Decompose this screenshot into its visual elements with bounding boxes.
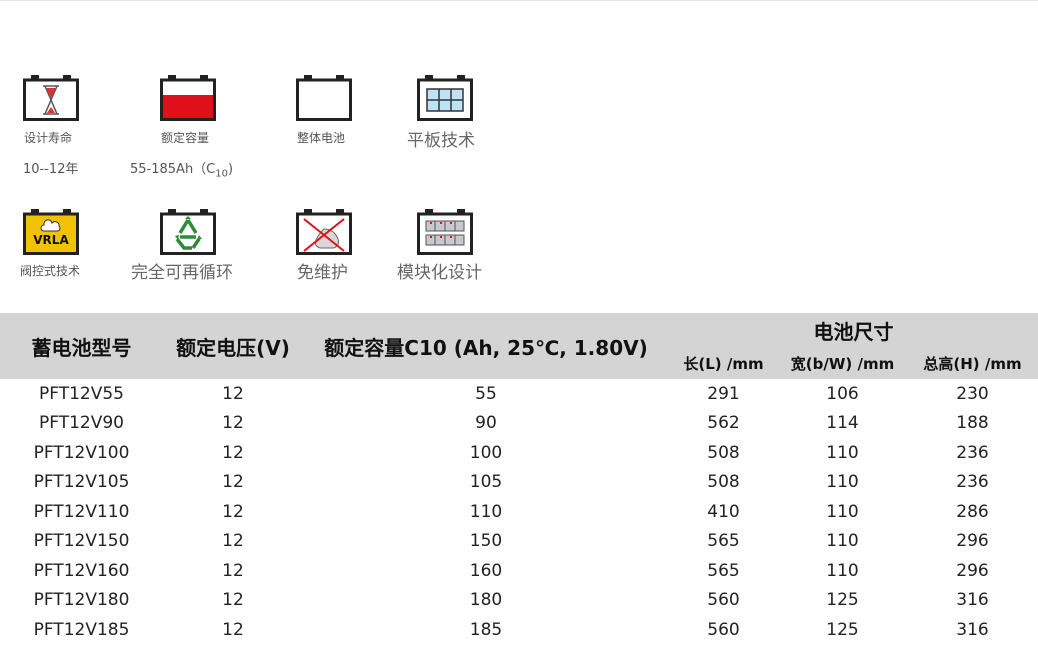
- feature-label: 免维护: [297, 263, 348, 283]
- model-cell: PFT12V100: [33, 442, 130, 463]
- voltage-cell: 12: [222, 442, 244, 463]
- capacity-cell: 180: [469, 590, 503, 611]
- table-row: PFT12V100 12 100 508 110 236: [0, 438, 1038, 468]
- header-length: 长(L) /mm: [669, 347, 778, 379]
- voltage-cell: 12: [222, 619, 244, 640]
- feature-label: 整体电池: [297, 131, 346, 145]
- capacity-close: ): [228, 162, 234, 177]
- length-cell: 560: [707, 619, 740, 640]
- header-height: 总高(H) /mm: [907, 347, 1038, 379]
- modular-battery-icon: [417, 209, 473, 255]
- model-cell: PFT12V55: [38, 383, 124, 404]
- header-width: 宽(b/W) /mm: [778, 347, 907, 379]
- feature-label: 平板技术: [407, 131, 475, 151]
- feature-label: 完全可再循环: [131, 263, 233, 283]
- height-cell: 296: [956, 531, 989, 552]
- table-row: PFT12V150 12 150 565 110 296: [0, 527, 1038, 557]
- battery-spec-table: 蓄电池型号 额定电压(V) 额定容量C10 (Ah, 25℃, 1.80V) 电…: [0, 313, 1038, 645]
- table-row: PFT12V180 12 180 560 125 316: [0, 586, 1038, 616]
- vrla-badge-text: VRLA: [33, 233, 69, 247]
- feature-label: 额定容量: [161, 131, 210, 145]
- table-row: PFT12V185 12 185 560 125 316: [0, 615, 1038, 645]
- voltage-cell: 12: [222, 413, 244, 434]
- height-cell: 236: [956, 442, 989, 463]
- model-cell: PFT12V105: [33, 472, 130, 493]
- capacity-cell: 185: [469, 619, 503, 640]
- capacity-cell: 160: [469, 560, 503, 581]
- header-voltage: 额定电压(V): [163, 313, 303, 379]
- model-cell: PFT12V185: [33, 619, 130, 640]
- width-cell: 125: [826, 619, 859, 640]
- capacity-cell: 110: [469, 501, 503, 522]
- width-cell: 106: [826, 383, 859, 404]
- voltage-cell: 12: [222, 590, 244, 611]
- capacity-cell: 55: [475, 383, 497, 404]
- top-divider: [0, 0, 1038, 1]
- flat-plate-battery-icon: [417, 75, 473, 121]
- hourglass-battery-icon: [23, 75, 79, 121]
- battery-outline-icon: [296, 75, 352, 121]
- table-row: PFT12V110 12 110 410 110 286: [0, 497, 1038, 527]
- voltage-cell: 12: [222, 531, 244, 552]
- vrla-battery-icon: [23, 209, 79, 255]
- table-body: PFT12V55 12 55 291 106 230 PFT12V90 12 90 562 114 1…: [0, 379, 1038, 645]
- capacity-cell: 90: [475, 413, 497, 434]
- feature-label: 设计寿命: [24, 131, 73, 145]
- length-cell: 565: [707, 560, 740, 581]
- header-model: 蓄电池型号: [0, 313, 163, 379]
- capacity-cell: 105: [469, 472, 503, 493]
- width-cell: 110: [826, 472, 859, 493]
- feature-label: 模块化设计: [397, 263, 482, 283]
- model-cell: PFT12V160: [33, 560, 130, 581]
- length-cell: 508: [707, 442, 740, 463]
- model-cell: PFT12V180: [33, 590, 130, 611]
- voltage-cell: 12: [222, 472, 244, 493]
- length-cell: 291: [707, 383, 740, 404]
- length-cell: 562: [707, 413, 740, 434]
- maintenance-free-battery-icon: [296, 209, 352, 255]
- model-cell: PFT12V150: [33, 531, 130, 552]
- table-header-row: 蓄电池型号 额定电压(V) 额定容量C10 (Ah, 25℃, 1.80V) 电…: [0, 313, 1038, 379]
- model-cell: PFT12V90: [38, 413, 124, 434]
- length-cell: 508: [707, 472, 740, 493]
- header-capacity: 额定容量C10 (Ah, 25℃, 1.80V): [303, 313, 669, 379]
- header-dimensions: 电池尺寸: [669, 313, 1038, 347]
- feature-value: 10--12年: [23, 162, 79, 177]
- height-cell: 230: [956, 383, 989, 404]
- width-cell: 110: [826, 501, 859, 522]
- width-cell: 114: [826, 413, 859, 434]
- recycle-battery-icon: [160, 209, 216, 255]
- table-row: PFT12V90 12 90 562 114 188: [0, 409, 1038, 439]
- length-cell: 410: [707, 501, 740, 522]
- voltage-cell: 12: [222, 560, 244, 581]
- table-row: PFT12V55 12 55 291 106 230: [0, 379, 1038, 409]
- height-cell: 316: [956, 590, 989, 611]
- width-cell: 110: [826, 442, 859, 463]
- voltage-cell: 12: [222, 383, 244, 404]
- width-cell: 125: [826, 590, 859, 611]
- capacity-battery-icon: [160, 75, 216, 121]
- capacity-cell: 100: [469, 442, 503, 463]
- height-cell: 236: [956, 472, 989, 493]
- height-cell: 188: [956, 413, 989, 434]
- table-row: PFT12V105 12 105 508 110 236: [0, 468, 1038, 498]
- model-cell: PFT12V110: [33, 501, 130, 522]
- length-cell: 565: [707, 531, 740, 552]
- height-cell: 286: [956, 501, 989, 522]
- feature-value: 55-185Ah（C10): [130, 158, 233, 180]
- height-cell: 316: [956, 619, 989, 640]
- table-row: PFT12V160 12 160 565 110 296: [0, 556, 1038, 586]
- height-cell: 296: [956, 560, 989, 581]
- capacity-range: 55-185Ah（C: [130, 162, 216, 177]
- feature-label: 阀控式技术: [20, 264, 81, 278]
- width-cell: 110: [826, 531, 859, 552]
- width-cell: 110: [826, 560, 859, 581]
- voltage-cell: 12: [222, 501, 244, 522]
- capacity-subscript: 10: [215, 168, 228, 180]
- length-cell: 560: [707, 590, 740, 611]
- capacity-cell: 150: [469, 531, 503, 552]
